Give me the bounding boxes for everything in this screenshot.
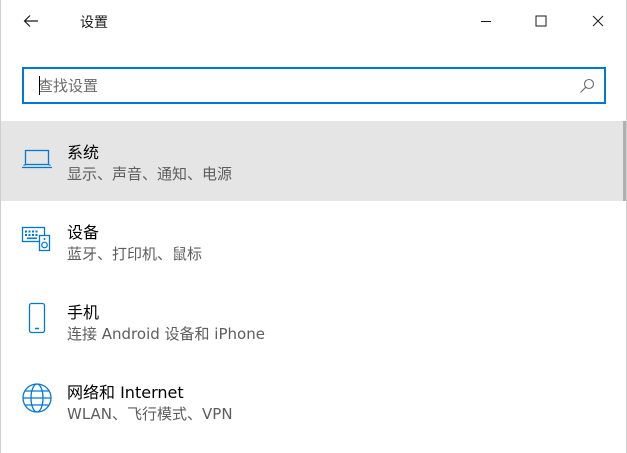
category-title: 系统	[67, 143, 100, 162]
category-subtitle: 连接 Android 设备和 iPhone	[67, 325, 265, 343]
category-title: 手机	[67, 303, 100, 322]
phone-icon	[21, 302, 53, 334]
maximize-button[interactable]	[518, 0, 564, 42]
category-devices[interactable]: 设备 蓝牙、打印机、鼠标	[1, 201, 626, 281]
laptop-icon	[21, 142, 53, 174]
category-subtitle: 显示、声音、通知、电源	[67, 165, 233, 183]
settings-category-list: 系统 显示、声音、通知、电源 设备 蓝牙、打印机、鼠标 手机 连接 Androi…	[1, 121, 626, 441]
search-button[interactable]	[570, 69, 604, 102]
category-title: 网络和 Internet	[67, 383, 184, 402]
scrollbar-thumb[interactable]	[623, 121, 626, 201]
settings-window: 设置 查找设置 系统 显示、声音、通知、电源 设备 蓝牙、打印机、鼠标 手机 连…	[0, 0, 627, 453]
text-caret	[39, 76, 40, 95]
minimize-button[interactable]	[463, 0, 509, 42]
minimize-icon	[481, 21, 491, 22]
close-button[interactable]	[575, 0, 621, 42]
search-icon	[580, 78, 595, 93]
search-input[interactable]	[24, 69, 570, 102]
back-arrow-icon	[23, 15, 38, 27]
title-bar: 设置	[1, 0, 626, 42]
devices-icon	[21, 222, 53, 254]
category-network[interactable]: 网络和 Internet WLAN、飞行模式、VPN	[1, 361, 626, 441]
category-phone[interactable]: 手机 连接 Android 设备和 iPhone	[1, 281, 626, 361]
window-title: 设置	[80, 15, 108, 31]
globe-icon	[21, 382, 53, 414]
back-button[interactable]	[13, 6, 49, 36]
search-box[interactable]	[22, 67, 606, 104]
category-subtitle: WLAN、飞行模式、VPN	[67, 405, 233, 423]
category-title: 设备	[67, 223, 100, 242]
close-icon	[592, 15, 604, 27]
category-subtitle: 蓝牙、打印机、鼠标	[67, 245, 203, 263]
category-system[interactable]: 系统 显示、声音、通知、电源	[1, 121, 626, 201]
maximize-icon	[535, 15, 547, 27]
